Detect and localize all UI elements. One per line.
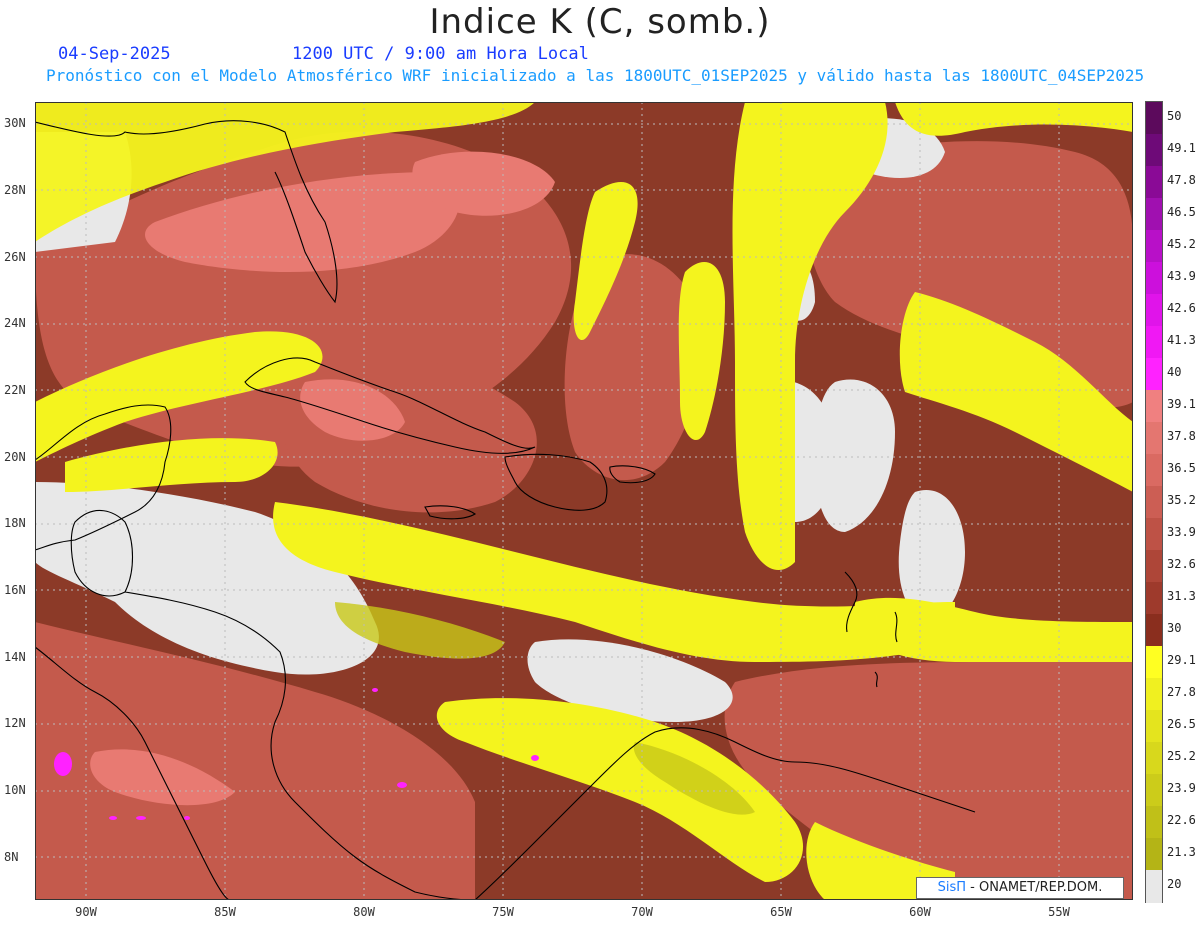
colorbar-cell — [1146, 230, 1162, 263]
colorbar-label: 20 — [1167, 877, 1182, 891]
lat-label-14n: 14N — [4, 650, 26, 664]
colorbar-cell — [1146, 710, 1162, 743]
colorbar-label: 30 — [1167, 621, 1182, 635]
colorbar-cell — [1146, 294, 1162, 327]
lat-label-30n: 30N — [4, 116, 26, 130]
colorbar-cell — [1146, 806, 1162, 839]
lon-label-65w: 65W — [770, 905, 792, 919]
colorbar-label: 31.3 — [1167, 589, 1196, 603]
colorbar-cell — [1146, 102, 1162, 135]
colorbar-label: 40 — [1167, 365, 1182, 379]
colorbar-label: 47.8 — [1167, 173, 1196, 187]
colorbar-label: 27.8 — [1167, 685, 1196, 699]
forecast-time: 1200 UTC / 9:00 am Hora Local — [292, 44, 589, 64]
colorbar-label: 23.9 — [1167, 781, 1196, 795]
forecast-description: Pronóstico con el Modelo Atmosférico WRF… — [46, 66, 1145, 85]
lon-label-60w: 60W — [909, 905, 931, 919]
colorbar-cell — [1146, 422, 1162, 455]
colorbar-label: 43.9 — [1167, 269, 1196, 283]
lat-label-22n: 22N — [4, 383, 26, 397]
lat-label-16n: 16N — [4, 583, 26, 597]
lat-label-8n: 8N — [4, 850, 19, 864]
credit-box: SisΠ - ONAMET/REP.DOM. — [916, 877, 1124, 899]
lat-label-18n: 18N — [4, 516, 26, 530]
colorbar-cell — [1146, 358, 1162, 391]
colorbar-cell — [1146, 550, 1162, 583]
map-title: Indice K (C, somb.) — [429, 2, 771, 42]
colorbar-label: 25.2 — [1167, 749, 1196, 763]
colorbar-cell — [1146, 454, 1162, 487]
colorbar-label: 39.1 — [1167, 397, 1196, 411]
forecast-date: 04-Sep-2025 — [58, 44, 171, 64]
lon-label-90w: 90W — [75, 905, 97, 919]
colorbar-label: 46.5 — [1167, 205, 1196, 219]
colorbar-label: 22.6 — [1167, 813, 1196, 827]
lat-label-20n: 20N — [4, 450, 26, 464]
colorbar-label: 33.9 — [1167, 525, 1196, 539]
colorbar-label: 29.1 — [1167, 653, 1196, 667]
colorbar-label: 35.2 — [1167, 493, 1196, 507]
colorbar-label: 32.6 — [1167, 557, 1196, 571]
colorbar-cell — [1146, 678, 1162, 711]
colorbar-label: 42.6 — [1167, 301, 1196, 315]
colorbar-cell — [1146, 134, 1162, 167]
lat-label-28n: 28N — [4, 183, 26, 197]
colorbar-cell — [1146, 198, 1162, 231]
colorbar-label: 41.3 — [1167, 333, 1196, 347]
lon-label-85w: 85W — [214, 905, 236, 919]
lon-label-80w: 80W — [353, 905, 375, 919]
colorbar-cell — [1146, 326, 1162, 359]
lat-label-12n: 12N — [4, 716, 26, 730]
colorbar — [1145, 101, 1163, 903]
colorbar-cell — [1146, 614, 1162, 647]
colorbar-cell — [1146, 742, 1162, 775]
colorbar-label: 21.3 — [1167, 845, 1196, 859]
k-index-map — [35, 102, 1133, 900]
colorbar-cell — [1146, 518, 1162, 551]
colorbar-label: 45.2 — [1167, 237, 1196, 251]
colorbar-label: 37.8 — [1167, 429, 1196, 443]
lon-label-70w: 70W — [631, 905, 653, 919]
lon-label-55w: 55W — [1048, 905, 1070, 919]
colorbar-cell — [1146, 582, 1162, 615]
lat-label-24n: 24N — [4, 316, 26, 330]
colorbar-cell — [1146, 838, 1162, 871]
colorbar-label: 50 — [1167, 109, 1182, 123]
lon-label-75w: 75W — [492, 905, 514, 919]
sispi-logo: SisΠ — [937, 880, 967, 895]
colorbar-cell — [1146, 166, 1162, 199]
colorbar-cell — [1146, 390, 1162, 423]
colorbar-cell — [1146, 486, 1162, 519]
colorbar-cell — [1146, 646, 1162, 679]
colorbar-label: 49.1 — [1167, 141, 1196, 155]
credit-text: - ONAMET/REP.DOM. — [966, 880, 1103, 895]
colorbar-cell — [1146, 870, 1162, 903]
colorbar-cell — [1146, 774, 1162, 807]
lat-label-26n: 26N — [4, 250, 26, 264]
lat-label-10n: 10N — [4, 783, 26, 797]
colorbar-label: 26.5 — [1167, 717, 1196, 731]
colorbar-label: 36.5 — [1167, 461, 1196, 475]
colorbar-cell — [1146, 262, 1162, 295]
